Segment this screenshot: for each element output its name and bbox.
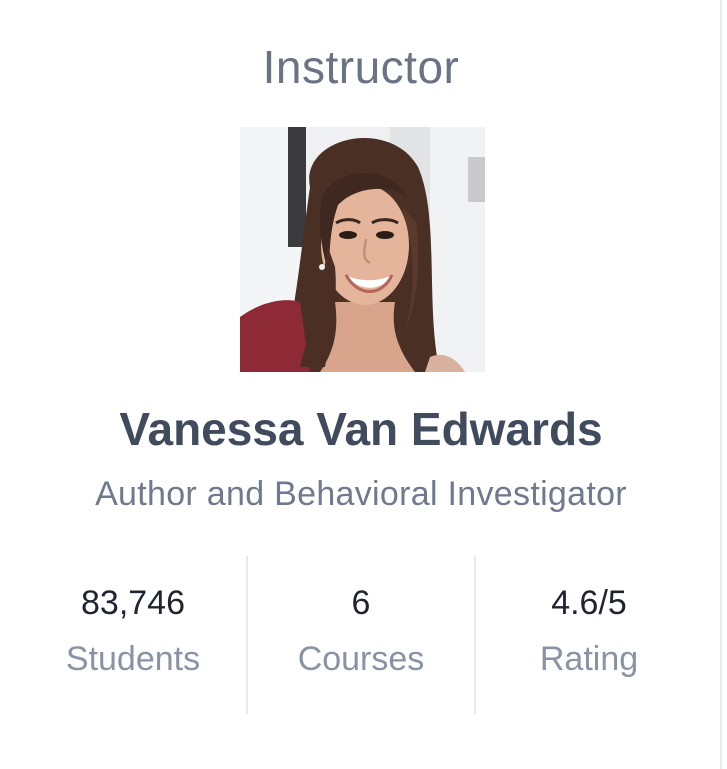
portrait-icon xyxy=(240,127,485,372)
stat-rating: 4.6/5 Rating xyxy=(474,556,702,714)
instructor-stats: 83,746 Students 6 Courses 4.6/5 Rating xyxy=(20,556,702,714)
instructor-photo[interactable] xyxy=(240,127,485,372)
stat-label: Rating xyxy=(539,640,639,678)
stat-label: Courses xyxy=(297,640,425,678)
instructor-card: Instructor Vanessa Van Edwards Author an… xyxy=(0,0,722,769)
section-title: Instructor xyxy=(262,41,460,93)
stat-label: Students xyxy=(65,640,201,678)
instructor-name[interactable]: Vanessa Van Edwards xyxy=(0,402,722,456)
stat-courses: 6 Courses xyxy=(246,556,474,714)
instructor-headline: Author and Behavioral Investigator xyxy=(95,475,627,513)
stat-value: 4.6/5 xyxy=(551,584,627,622)
stat-students: 83,746 Students xyxy=(20,556,246,714)
stat-value: 6 xyxy=(351,584,371,622)
stat-value: 83,746 xyxy=(81,584,185,622)
